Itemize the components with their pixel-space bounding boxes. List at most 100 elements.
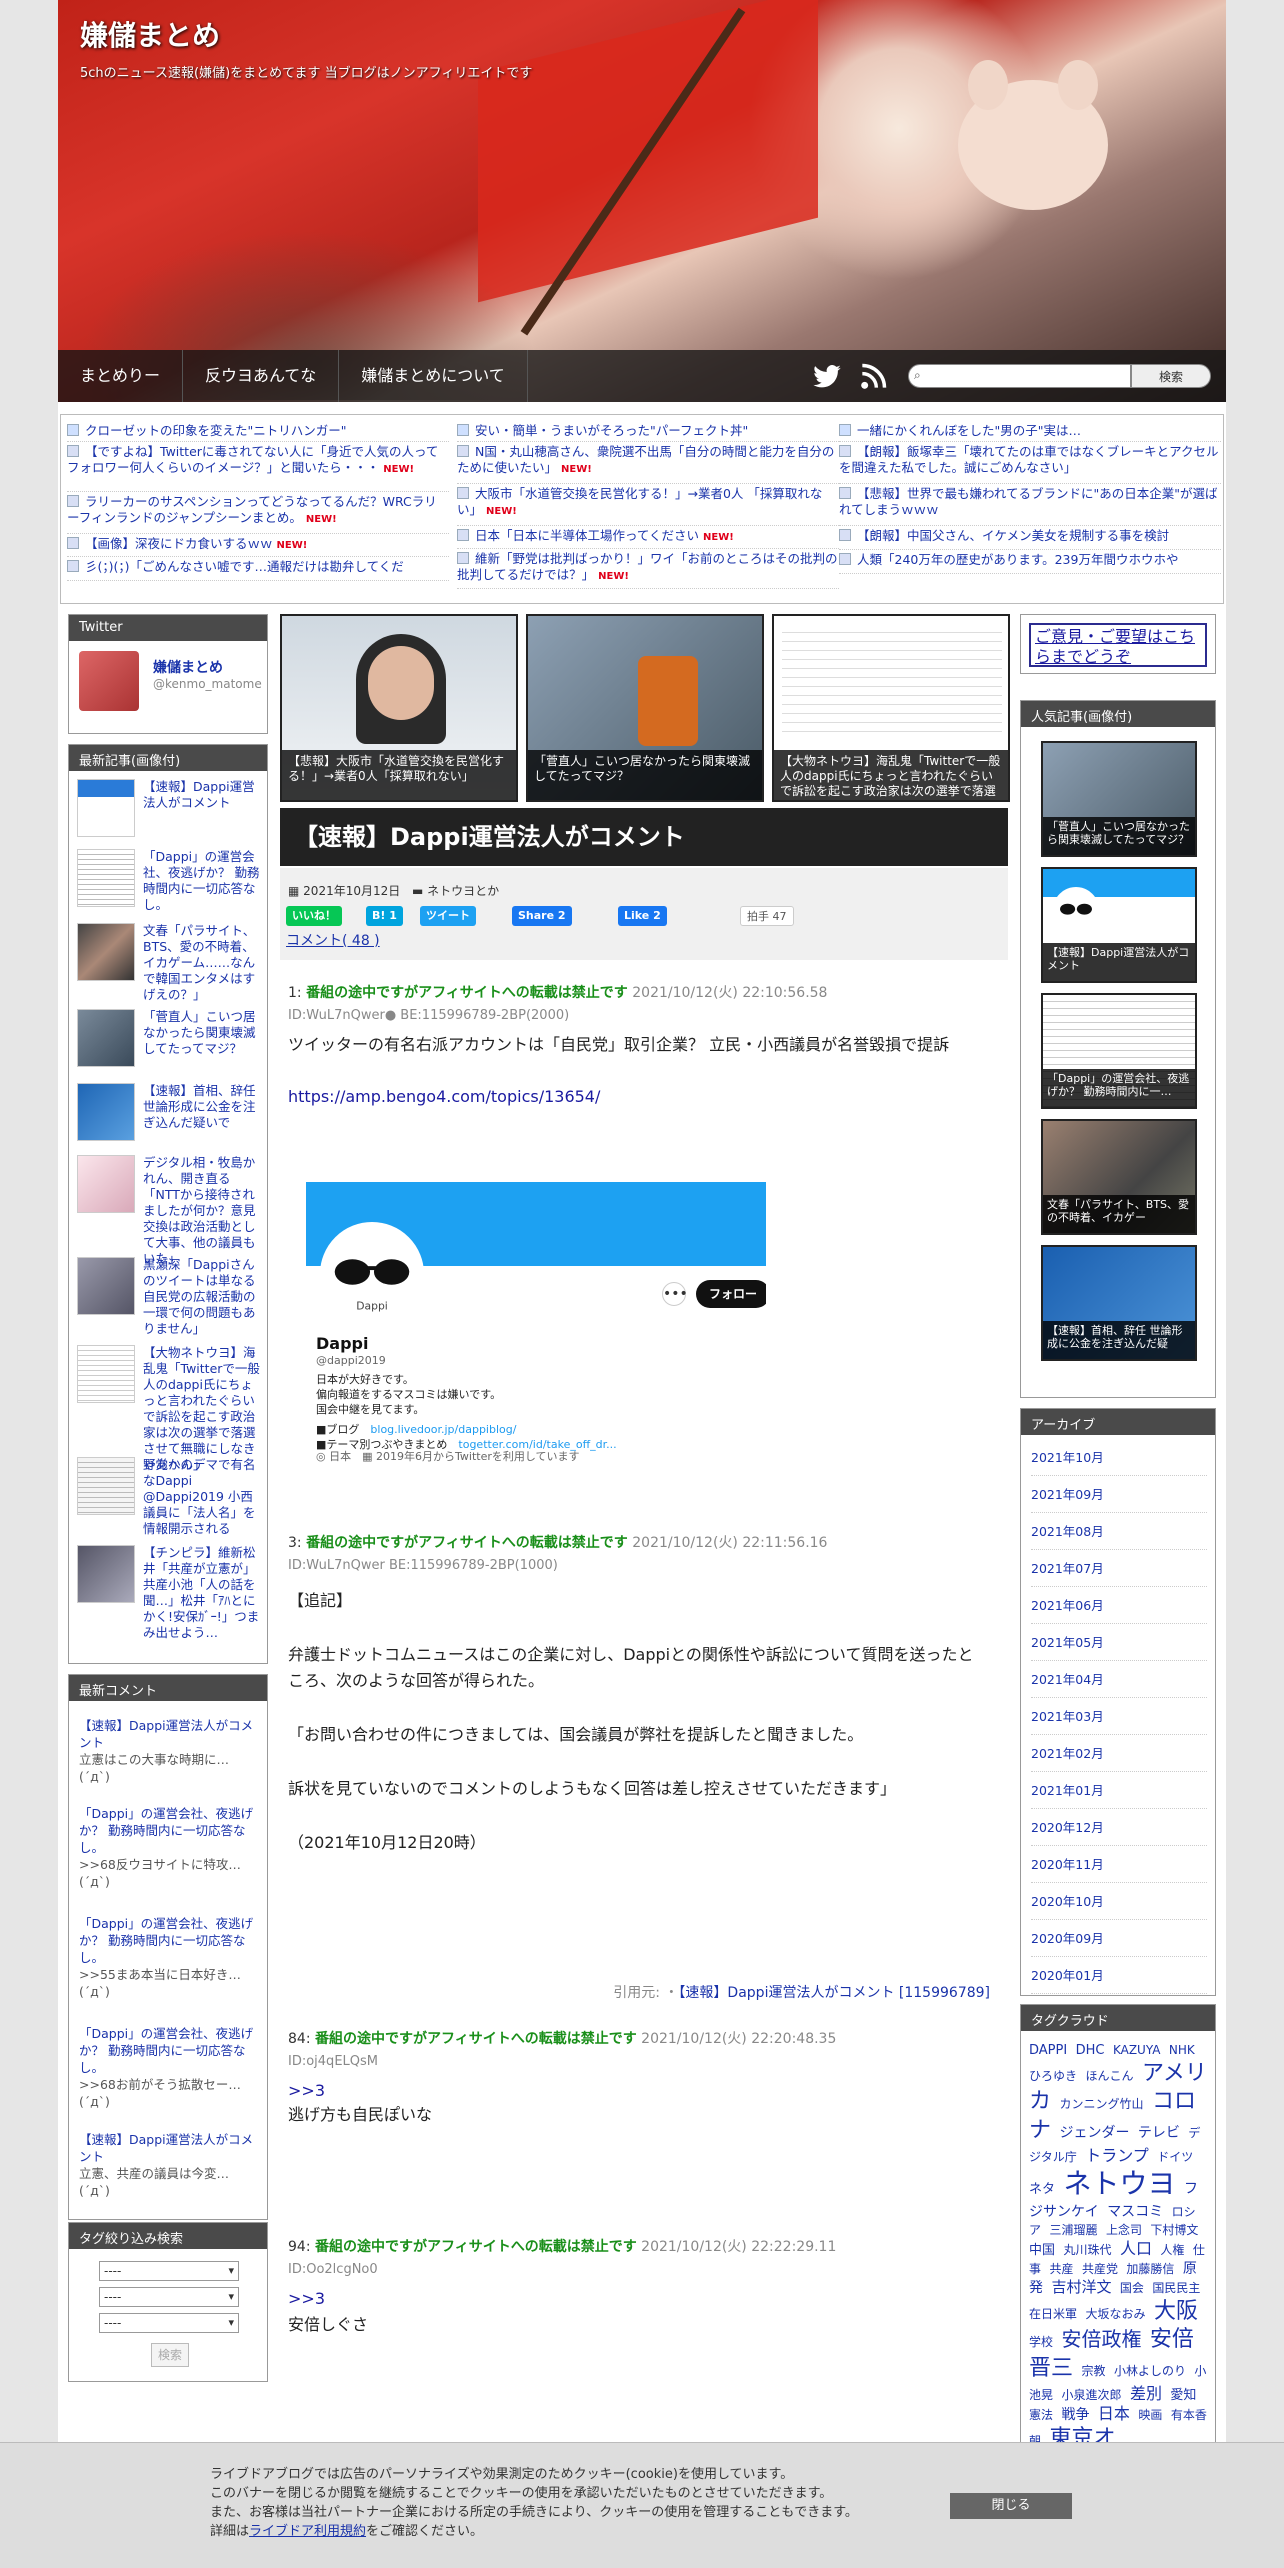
tag-link[interactable]: 小林よしのり [1114,2364,1186,2378]
tag-link[interactable]: KAZUYA [1113,2043,1160,2057]
citation-link[interactable]: 【速報】Dappi運営法人がコメント [115996789] [678,1985,990,2001]
popular-item[interactable]: 【速報】Dappi運営法人がコメント [1041,867,1197,983]
tag-link[interactable]: ネタ [1029,2182,1055,2197]
archive-link[interactable]: 2020年12月 [1031,1809,1207,1846]
nav-item-about[interactable]: 嫌儲まとめについて [339,350,528,402]
headline-item[interactable]: 彡(；)(；)「ごめんなさい嘘です…通報だけは勘弁してくだ [67,557,449,581]
comment-count-link[interactable]: コメント( 48 ) [286,930,380,950]
featured-thumb[interactable]: 【大物ネトウヨ】海乱鬼「Twitterで一般人のdappi氏にちょっと言われたぐ… [772,614,1010,802]
headline-item[interactable]: 人類「240万年の歴史があります。239万年間ウホウホや [839,550,1221,574]
article-thumbnail[interactable] [77,1083,135,1141]
comment-item[interactable]: 「Dappi」の運営会社、夜逃げか？ 勤務時間内に一切応答なし。 >>55まあ本当… [79,1915,259,2000]
archive-link[interactable]: 2020年11月 [1031,1846,1207,1883]
archive-link[interactable]: 2021年04月 [1031,1661,1207,1698]
tag-link[interactable]: 安倍政権 [1061,2327,1141,2351]
tag-link[interactable]: ひろゆき [1029,2069,1077,2083]
tag-select-3[interactable]: ---- [99,2313,239,2333]
headline-item[interactable]: N国・丸山穂高さん、衆院選不出馬「自分の時間と能力を自分のために使いたい」 NE… [457,442,839,484]
popular-item[interactable]: 「Dappi」の運営会社、夜逃げか？ 勤務時間内に一… [1041,993,1197,1109]
cookie-close-button[interactable]: 閉じる [950,2493,1072,2519]
archive-link[interactable]: 2021年03月 [1031,1698,1207,1735]
tag-link[interactable]: 有本香 [1171,2408,1207,2422]
reply-anchor[interactable]: >>3 [288,2078,325,2104]
headline-item[interactable]: 一緒にかくれんぼをした"男の子"実は… [839,421,1221,442]
tag-link[interactable]: DHC [1076,2043,1105,2058]
tag-link[interactable]: 国会 [1120,2281,1144,2295]
headline-item[interactable]: 日本「日本に半導体工場作ってください NEW! [457,526,839,549]
headline-item[interactable]: 【朗報】飯塚幸三「壊れてたのは車ではなくブレーキとアクセルを間違えた私でした。誠… [839,442,1221,484]
tag-link[interactable]: ジェンダー [1059,2125,1129,2141]
tag-link[interactable]: NHK [1169,2043,1195,2057]
site-title[interactable]: 嫌儲まとめ [80,14,220,54]
tag-select-2[interactable]: ---- [99,2287,239,2307]
article-thumbnail[interactable] [77,779,135,837]
article-thumbnail[interactable] [77,923,135,981]
tag-link[interactable]: 差別 [1130,2384,1162,2403]
tag-link[interactable]: 加藤勝信 [1126,2262,1174,2276]
opinion-link[interactable]: ご意見・ご要望はこちらまでどうぞ [1029,623,1207,667]
more-icon[interactable]: ••• [662,1282,688,1306]
popular-item[interactable]: 【速報】首相、辞任 世論形成に公金を注ぎ込んだ疑 [1041,1245,1197,1361]
tag-link[interactable]: 愛知 [1170,2388,1196,2403]
hakushu-button[interactable]: 拍手 47 [740,906,794,926]
tweet-button[interactable]: ツイート [420,906,476,926]
search-input[interactable] [908,364,1131,388]
archive-link[interactable]: 2021年07月 [1031,1550,1207,1587]
featured-thumb[interactable]: 「菅直人」こいつ居なかったら関東壊滅してたってマジ？ [526,614,764,802]
headline-item[interactable]: 大阪市「水道管交換を民営化する！」→業者0人 「採算取れない」 NEW! [457,484,839,526]
article-thumbnail[interactable] [77,1545,135,1603]
tag-link[interactable]: 三浦瑠麗 [1049,2223,1097,2237]
tag-link[interactable]: 小泉進次郎 [1061,2388,1121,2402]
tag-link[interactable]: 国民民主 [1152,2281,1200,2295]
tag-link[interactable]: 共産党 [1082,2262,1118,2276]
facebook-like-button[interactable]: Like 2 [618,906,667,926]
tag-link[interactable]: 戦争 [1061,2407,1089,2423]
tag-link[interactable]: 人口 [1120,2239,1152,2258]
terms-link[interactable]: ライブドア利用規約 [249,2524,366,2539]
tag-link[interactable]: 中国 [1029,2243,1055,2258]
search-button[interactable]: 検索 [1131,364,1211,388]
article-thumbnail[interactable] [77,1155,135,1213]
comment-item[interactable]: 「Dappi」の運営会社、夜逃げか？ 勤務時間内に一切応答なし。 >>68反ウヨサ… [79,1805,259,1890]
archive-link[interactable]: 2021年06月 [1031,1587,1207,1624]
archive-link[interactable]: 2021年08月 [1031,1513,1207,1550]
tag-link[interactable]: 憲法 [1029,2408,1053,2422]
archive-link[interactable]: 2020年09月 [1031,1920,1207,1957]
article-thumbnail[interactable] [77,1345,135,1403]
headline-item[interactable]: ラリーカーのサスペンションってどうなってるんだ？WRCラリーフィンランドのジャン… [67,492,449,534]
tag-link[interactable]: トランプ [1085,2146,1149,2165]
comment-item[interactable]: 【速報】Dappi運営法人がコメント 立憲、共産の議員は今変… (´д`) [79,2131,259,2199]
tag-link[interactable]: 日本 [1098,2404,1130,2423]
tag-link[interactable]: カンニング竹山 [1059,2097,1143,2111]
headline-item[interactable]: 【ですよね】Twitterに毒されてない人に「身近で人気の人ってフォロワー何人く… [67,442,449,492]
article-category[interactable]: ▬ ネトウヨとか [412,882,499,899]
tag-link[interactable]: マスコミ [1107,2204,1163,2220]
archive-link[interactable]: 2021年01月 [1031,1772,1207,1809]
headline-item[interactable]: 安い・簡単・うまいがそろった"パーフェクト丼" [457,421,839,442]
article-thumbnail[interactable] [77,1257,135,1315]
tag-link[interactable]: 学校 [1029,2335,1053,2349]
tweet-screenshot[interactable]: Dappi ••• フォロー Dappi @dappi2019 日本が大好きです… [306,1182,766,1464]
tag-link[interactable]: ネトウヨ [1063,2167,1175,2200]
archive-link[interactable]: 2021年10月 [1031,1439,1207,1476]
archive-link[interactable]: 2020年01月 [1031,1957,1207,1994]
facebook-share-button[interactable]: Share 2 [512,906,572,926]
tag-search-button[interactable]: 検索 [151,2343,189,2367]
tag-link[interactable]: 大阪 [1154,2299,1198,2324]
tag-link[interactable]: 上念司 [1106,2223,1142,2237]
featured-thumb[interactable]: 【悲報】大阪市「水道管交換を民営化する！」→業者0人「採算取れない」 [280,614,518,802]
headline-item[interactable]: 【悲報】世界で最も嫌われてるブランドに"あの日本企業"が選ばれてしまうｗｗｗ [839,484,1221,526]
tag-link[interactable]: 在日米軍 [1029,2307,1077,2321]
nav-item-matomery[interactable]: まとめりー [58,350,184,402]
source-link[interactable]: https://amp.bengo4.com/topics/13654/ [288,1084,600,1110]
tag-select-1[interactable]: ---- [99,2261,239,2281]
tag-link[interactable]: 映画 [1138,2408,1162,2422]
avatar[interactable] [79,651,139,711]
comment-item[interactable]: 【速報】Dappi運営法人がコメント 立憲はこの大事な時期に… (´д`) [79,1717,259,1785]
tag-link[interactable]: DAPPI [1029,2043,1067,2058]
tag-link[interactable]: テレビ [1138,2125,1180,2141]
nav-item-antenna[interactable]: 反ウヨあんてな [183,350,340,402]
article-thumbnail[interactable] [77,1009,135,1067]
tag-link[interactable]: 人権 [1160,2243,1184,2257]
rss-icon[interactable] [860,362,888,392]
